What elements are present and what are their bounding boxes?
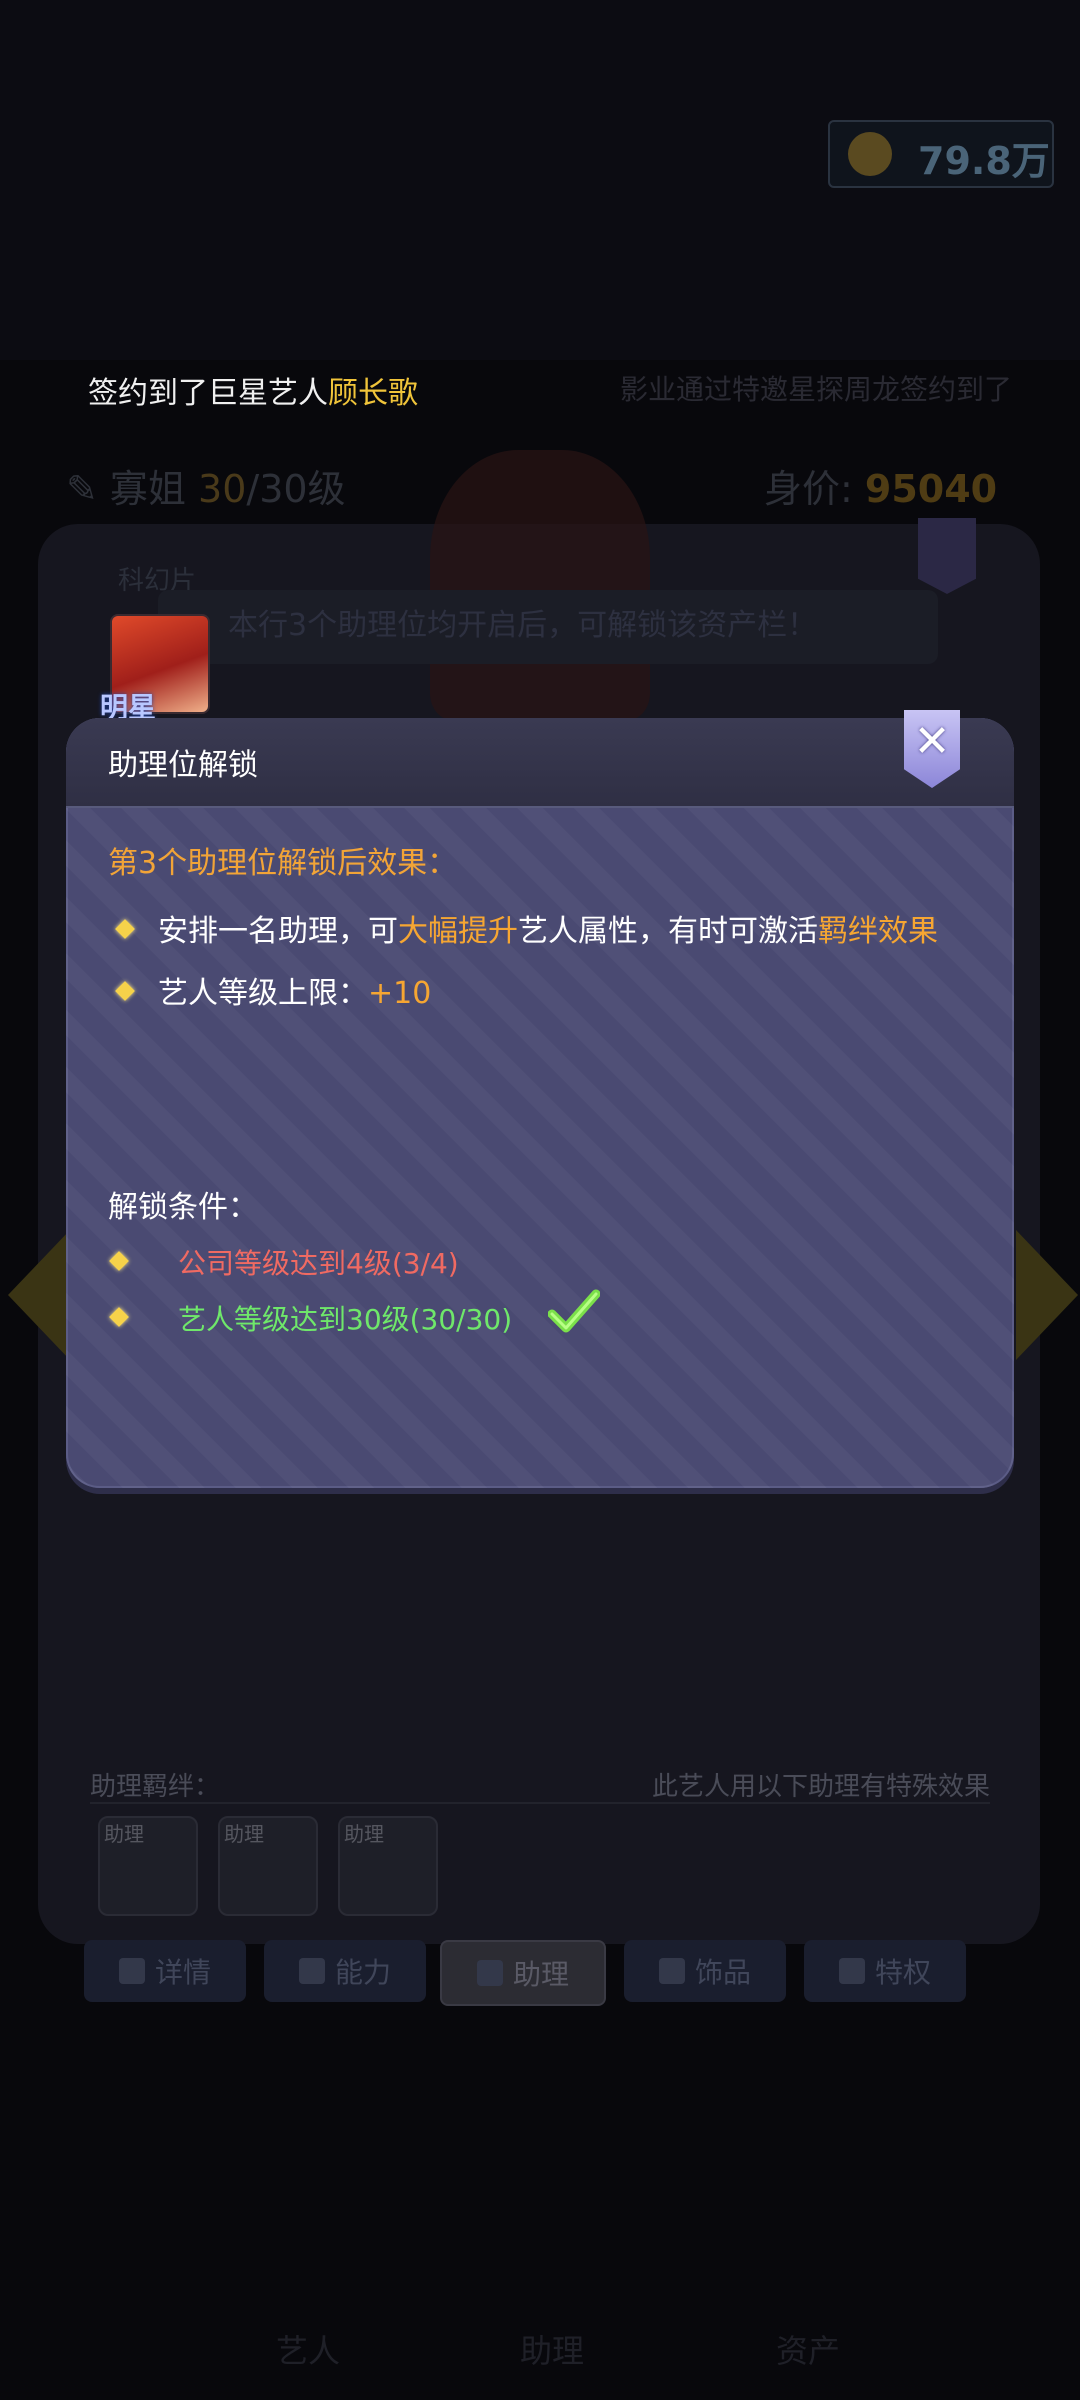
slot-label: 助理: [224, 1822, 264, 1846]
price-value: 95040: [864, 467, 998, 511]
hexagon-icon: [298, 1958, 325, 1984]
checkmark-icon: [548, 1289, 600, 1333]
nav-artist[interactable]: 艺人: [276, 2326, 340, 2372]
effect-text: 安排一名助理，可: [158, 914, 398, 949]
tab-label: 特权: [874, 1956, 931, 1989]
coin-value: 79.8万: [918, 139, 1050, 183]
artist-name: 寡姐: [109, 467, 186, 511]
tab-label: 详情: [154, 1956, 211, 1989]
effect-highlight: 大幅提升: [398, 914, 518, 949]
assistant-slot[interactable]: 助理: [98, 1816, 198, 1916]
tab-accessories[interactable]: 饰品: [624, 1940, 786, 2002]
effect-highlight: +10: [368, 976, 432, 1011]
effect-item-2: 艺人等级上限：+10: [158, 968, 431, 1012]
clipboard-icon: [118, 1958, 145, 1984]
effect-highlight: 羁绊效果: [818, 914, 938, 949]
artist-name-level: ✎ 寡姐 30/30级: [66, 458, 346, 513]
slot-label: 助理: [104, 1822, 144, 1846]
effect-text: 艺人等级上限：: [158, 976, 368, 1011]
coin-counter[interactable]: 79.8万: [828, 120, 1054, 188]
assistant-unlock-dialog: 助理位解锁: [66, 718, 1014, 1488]
artist-level-max: /30级: [246, 467, 346, 511]
artist-price: 身价: 95040: [764, 458, 997, 513]
effects-title: 第3个助理位解锁后效果：: [108, 846, 458, 881]
condition-company-level: 公司等级达到4级(3/4): [178, 1247, 459, 1280]
locked-message: 本行3个助理位均开启后，可解锁该资产栏！: [158, 590, 938, 664]
marquee-text: 签约到了巨星艺人: [88, 376, 328, 411]
coin-icon: [848, 132, 892, 176]
next-arrow-icon[interactable]: [1016, 1230, 1078, 1360]
panel-close-icon[interactable]: [918, 518, 976, 594]
tab-privilege[interactable]: 特权: [804, 1940, 966, 2002]
tab-details[interactable]: 详情: [84, 1940, 246, 2002]
artist-level: 30: [198, 467, 247, 511]
megaphone-icon: [838, 1958, 865, 1984]
divider: [90, 1802, 990, 1804]
tab-label: 助理: [512, 1958, 569, 1991]
condition-artist-level: 艺人等级达到30级(30/30): [178, 1303, 513, 1336]
effect-text: 艺人属性，有时可激活: [518, 914, 818, 949]
dialog-header: 助理位解锁: [66, 718, 1014, 808]
dialog-title: 助理位解锁: [108, 748, 258, 783]
assistant-slot[interactable]: 助理: [338, 1816, 438, 1916]
conditions-title: 解锁条件：: [108, 1190, 258, 1225]
nav-assets[interactable]: 资产: [776, 2326, 840, 2372]
marquee-message-left: 签约到了巨星艺人顾长歌: [88, 368, 418, 412]
gem-icon: [658, 1958, 685, 1984]
assistant-badge-icon: [476, 1960, 503, 1986]
marquee-artist-name: 顾长歌: [328, 376, 418, 411]
slot-label: 助理: [344, 1822, 384, 1846]
bond-note: 此艺人用以下助理有特殊效果: [652, 1772, 991, 1802]
edit-icon: ✎: [66, 467, 110, 511]
effect-item-1: 安排一名助理，可大幅提升艺人属性，有时可激活羁绊效果: [158, 906, 938, 950]
price-label: 身价:: [764, 467, 853, 511]
nav-assistant[interactable]: 助理: [520, 2326, 584, 2372]
artist-portrait: [430, 450, 650, 720]
marquee-message-right: 影业通过特邀星探周龙签约到了: [620, 373, 1013, 406]
bond-title: 助理羁绊：: [90, 1772, 221, 1802]
tab-label: 饰品: [694, 1956, 751, 1989]
tab-label: 能力: [334, 1956, 391, 1989]
assistant-slot[interactable]: 助理: [218, 1816, 318, 1916]
close-icon: ✕: [913, 716, 951, 767]
tab-assistant[interactable]: 助理: [440, 1940, 606, 2006]
tab-ability[interactable]: 能力: [264, 1940, 426, 2002]
